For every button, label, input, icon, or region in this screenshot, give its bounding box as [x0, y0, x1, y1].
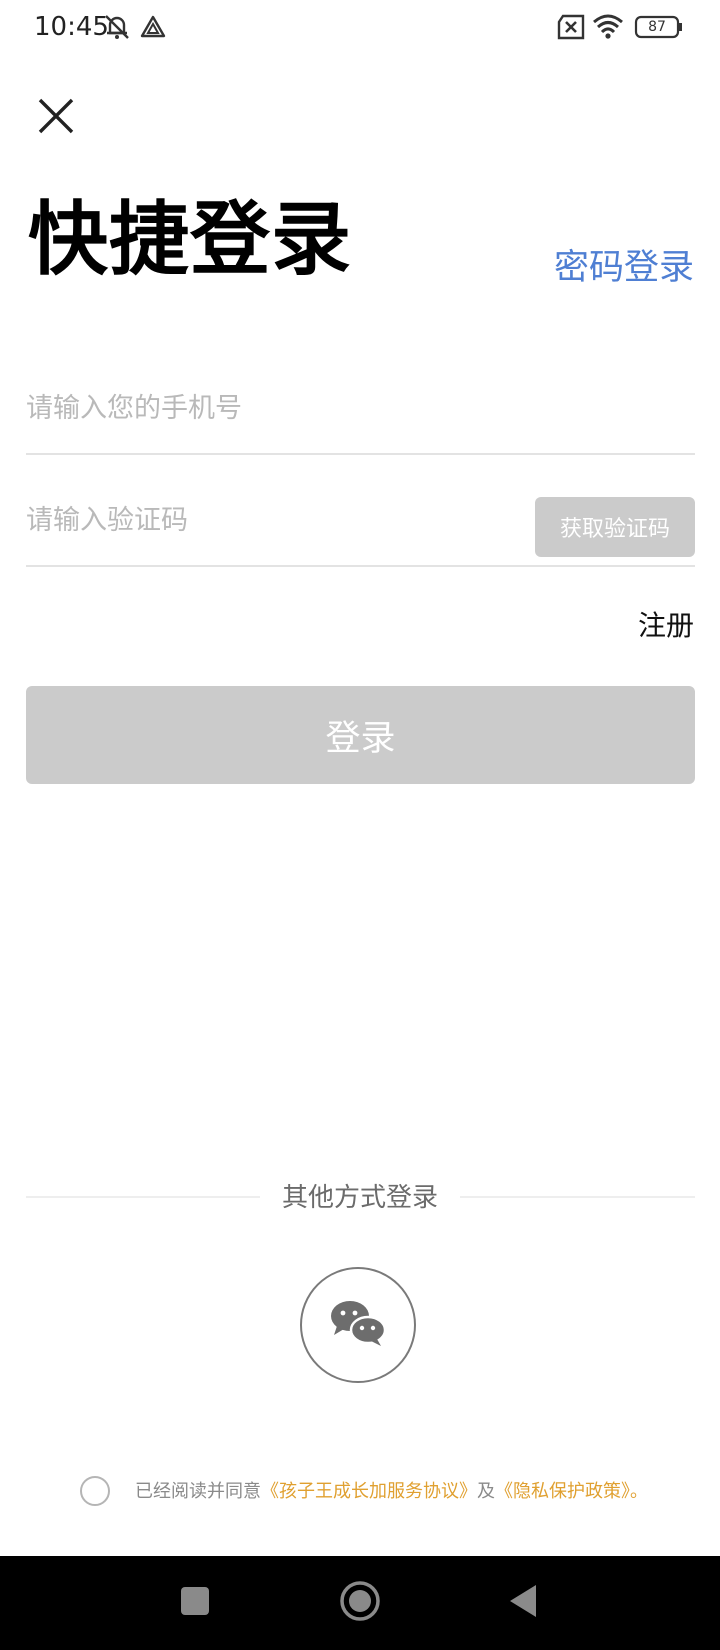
- bell-off-icon: [102, 12, 132, 46]
- agreement-text: 已经阅读并同意《孩子王成长加服务协议》及《隐私保护政策》。: [135, 1477, 648, 1507]
- home-icon: [339, 1580, 381, 1626]
- recents-button[interactable]: [148, 1556, 242, 1650]
- other-login-label: 其他方式登录: [281, 1183, 438, 1213]
- recents-icon: [179, 1585, 211, 1621]
- password-login-link[interactable]: 密码登录: [554, 244, 694, 292]
- service-agreement-link[interactable]: 《孩子王成长加服务协议》: [261, 1481, 477, 1502]
- triangle-icon: [140, 14, 166, 44]
- other-login-line-left: [26, 1196, 260, 1198]
- phone-divider: [26, 453, 695, 455]
- page-title: 快捷登录: [28, 193, 352, 286]
- code-input[interactable]: [26, 488, 526, 552]
- register-link[interactable]: 注册: [638, 606, 694, 646]
- agreement-prefix: 已经阅读并同意: [135, 1481, 261, 1502]
- home-button[interactable]: [313, 1556, 407, 1650]
- battery-level: 87: [648, 19, 666, 35]
- agreement-and: 及: [477, 1481, 495, 1502]
- wechat-icon: [328, 1298, 388, 1352]
- navigation-bar: [0, 1556, 720, 1650]
- login-button[interactable]: 登录: [26, 686, 695, 784]
- code-divider: [26, 565, 695, 567]
- agreement-checkbox[interactable]: [80, 1476, 110, 1506]
- sim-x-icon: [556, 14, 586, 44]
- status-bar: 10:45 87: [0, 0, 720, 56]
- back-button[interactable]: [476, 1556, 570, 1650]
- other-login-line-right: [460, 1196, 695, 1198]
- privacy-policy-link[interactable]: 《隐私保护政策》: [495, 1481, 630, 1502]
- back-icon: [507, 1583, 539, 1623]
- get-code-button[interactable]: 获取验证码: [535, 497, 695, 557]
- close-icon: [36, 96, 76, 140]
- phone-input[interactable]: [26, 376, 694, 440]
- close-button[interactable]: [30, 92, 82, 144]
- wifi-icon: [592, 12, 624, 44]
- status-time: 10:45: [34, 12, 109, 42]
- wechat-login-button[interactable]: [300, 1267, 416, 1383]
- agreement-suffix: 。: [630, 1481, 648, 1502]
